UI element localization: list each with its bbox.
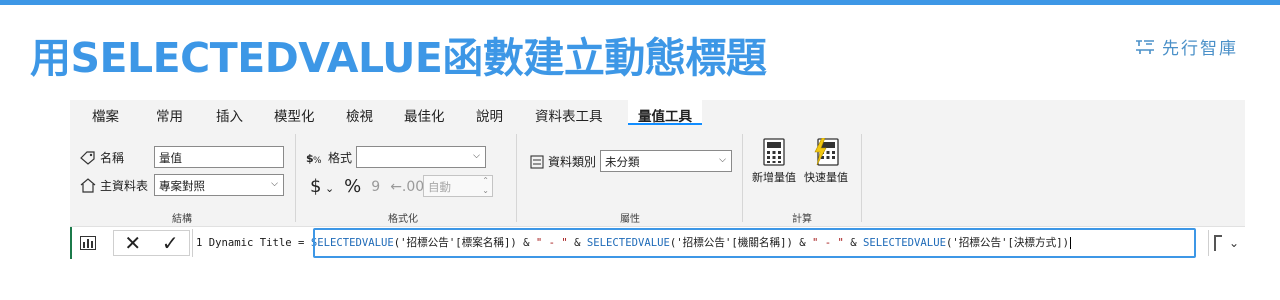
home-table-value: 專案對照 — [159, 179, 205, 193]
new-measure-label: 新增量值 — [752, 171, 796, 184]
group-divider — [295, 134, 296, 222]
report-view-indicator — [70, 227, 72, 259]
chevron-down-icon: ⌵ — [473, 151, 480, 161]
svg-text:%: % — [313, 156, 322, 165]
format-field-label: $% 格式 — [306, 149, 352, 166]
name-input[interactable]: 量值 — [154, 146, 284, 168]
brand-mark-icon — [1136, 39, 1154, 54]
cancel-formula-button[interactable]: ✕ — [124, 233, 141, 253]
chevron-down-icon: ⌵ — [271, 179, 278, 189]
tab-help[interactable]: 說明 — [476, 100, 503, 125]
group-divider — [861, 134, 862, 222]
group-divider — [742, 134, 743, 222]
top-accent-bar — [0, 0, 1280, 5]
chevron-down-icon: ⌄ — [1229, 236, 1240, 250]
name-field-label: 名稱 — [80, 149, 124, 166]
tab-insert[interactable]: 插入 — [216, 100, 243, 125]
properties-group-label: 屬性 — [620, 214, 640, 225]
tab-home[interactable]: 常用 — [156, 100, 183, 125]
decimal-button[interactable]: ←.00 — [390, 179, 424, 195]
currency-button[interactable]: $ ⌄ — [310, 176, 334, 197]
format-buttons: $ ⌄ % 9 ←.00 — [310, 176, 424, 197]
report-view-icon[interactable] — [80, 236, 96, 250]
home-icon — [80, 178, 96, 193]
brand-name: 先行智庫 — [1162, 39, 1238, 59]
quick-calculator-icon — [814, 138, 839, 166]
format-select[interactable]: ⌵ — [356, 146, 486, 168]
brand-logo: 先行智庫 — [1134, 34, 1238, 59]
percent-button[interactable]: % — [344, 176, 361, 197]
tab-optimize[interactable]: 最佳化 — [404, 100, 445, 125]
comma-button[interactable]: 9 — [371, 179, 380, 195]
category-field-label: 資料類別 — [530, 153, 596, 170]
category-value: 未分類 — [605, 155, 640, 169]
decimal-places-input[interactable]: 自動 ⌃ ⌄ — [423, 175, 493, 197]
structure-group-label: 結構 — [172, 214, 192, 225]
formula-prefix: 1 Dynamic Title = — [196, 237, 311, 249]
tag-icon — [80, 150, 95, 165]
group-divider — [516, 134, 517, 222]
formatting-group-label: 格式化 — [388, 214, 418, 225]
data-category-icon — [530, 154, 544, 169]
home-table-field-label: 主資料表 — [80, 177, 148, 194]
calculator-icon — [763, 138, 785, 166]
ribbon: 檔案 常用 插入 模型化 檢視 最佳化 說明 資料表工具 量值工具 名稱 量值 … — [70, 100, 1245, 226]
quick-measure-label: 快速量值 — [804, 171, 848, 184]
expand-formula-button[interactable]: ⌄ — [1208, 230, 1245, 256]
slide-title: 用SELECTEDVALUE函數建立動態標題 — [30, 34, 767, 82]
formula-actions: ✕ ✓ — [113, 230, 190, 256]
tab-file[interactable]: 檔案 — [92, 100, 119, 125]
tab-modeling[interactable]: 模型化 — [274, 100, 315, 125]
ribbon-tabs: 檔案 常用 插入 模型化 檢視 最佳化 說明 資料表工具 量值工具 — [70, 100, 1245, 128]
commit-formula-button[interactable]: ✓ — [162, 233, 179, 253]
name-label: 名稱 — [100, 151, 125, 165]
formula-divider — [192, 229, 193, 257]
formula-bar: ✕ ✓ 1 Dynamic Title = SELECTEDVALUE('招標公… — [70, 226, 1245, 259]
format-icon: $% — [306, 152, 322, 165]
chevron-down-icon: ⌵ — [719, 155, 726, 165]
expand-icon — [1214, 235, 1222, 251]
calculations-group-label: 計算 — [792, 214, 812, 225]
tab-view[interactable]: 檢視 — [346, 100, 373, 125]
quick-measure-button[interactable]: 快速量值 — [804, 138, 848, 185]
tab-measure-tools[interactable]: 量值工具 — [628, 100, 702, 125]
format-label: 格式 — [328, 151, 353, 165]
decimal-places-value: 自動 — [428, 180, 451, 194]
home-table-label: 主資料表 — [100, 179, 149, 193]
tab-table-tools[interactable]: 資料表工具 — [535, 100, 603, 125]
category-select[interactable]: 未分類 ⌵ — [600, 150, 732, 172]
category-label: 資料類別 — [548, 155, 597, 169]
new-measure-button[interactable]: 新增量值 — [752, 138, 796, 185]
spin-arrows-icon[interactable]: ⌃ ⌄ — [482, 176, 489, 196]
expression-highlight-box — [313, 228, 1196, 258]
home-table-select[interactable]: 專案對照 ⌵ — [154, 174, 284, 196]
